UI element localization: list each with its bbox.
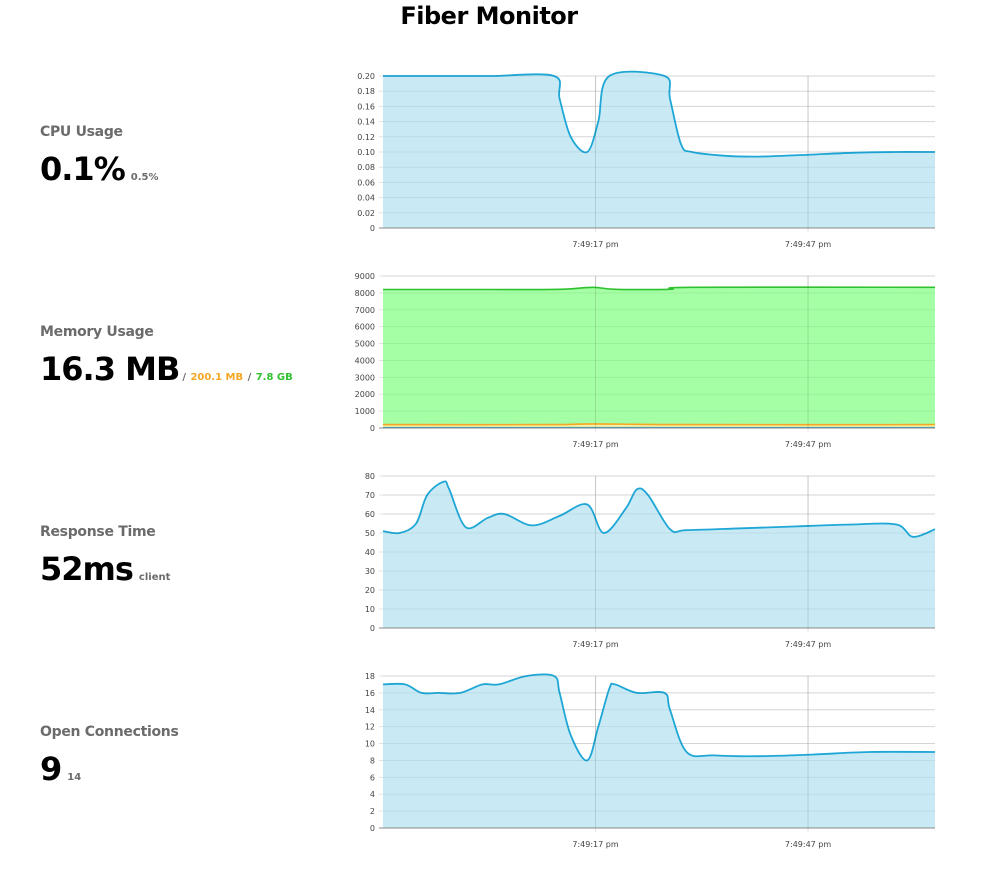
cpu-value: 0.1% (40, 150, 126, 188)
memory-label: Memory Usage (40, 324, 154, 340)
cpu-label: CPU Usage (40, 124, 123, 140)
y-tick-label: 20 (365, 586, 375, 595)
series-area-0 (383, 71, 935, 228)
cpu-metric: CPU Usage 0.1% 0.5% (40, 124, 340, 188)
y-tick-label: 0 (370, 624, 375, 633)
y-tick-label: 0 (370, 424, 375, 433)
y-tick-label: 7000 (355, 306, 375, 315)
series-area-0 (383, 287, 935, 428)
y-tick-label: 8000 (355, 289, 375, 298)
y-tick-label: 0 (370, 224, 375, 233)
x-tick-label: 7:49:17 pm (572, 840, 618, 849)
y-tick-label: 30 (365, 567, 375, 576)
response-chart: 0 10 20 30 40 50 60 70 80 7:49:17 pm 7:49:47 pm (330, 466, 940, 656)
y-tick-label: 10 (365, 740, 375, 749)
memory-used-value: 200.1 MB (190, 372, 244, 383)
y-tick-label: 4000 (355, 356, 375, 365)
chart-svg: 0 2 4 6 8 10 12 14 16 18 7:49:17 pm 7:49:47 pm (365, 672, 936, 849)
chart-svg: 0 0.02 0.04 0.06 0.08 0.10 0.12 0.14 0.16 0.18 0.2… (357, 70, 936, 249)
y-tick-label: 0.20 (357, 72, 375, 81)
y-tick-label: 80 (365, 472, 375, 481)
y-tick-label: 0.12 (357, 133, 375, 142)
y-tick-label: 60 (365, 510, 375, 519)
memory-total-value: 7.8 GB (255, 372, 293, 383)
series-area-0 (383, 674, 935, 828)
x-tick-label: 7:49:47 pm (785, 240, 831, 249)
y-tick-label: 0.06 (357, 178, 375, 187)
y-tick-label: 0.02 (357, 209, 375, 218)
y-tick-label: 50 (365, 529, 375, 538)
y-tick-label: 8 (370, 756, 375, 765)
connections-max: 14 (67, 772, 82, 783)
response-source: client (138, 572, 171, 583)
y-tick-label: 70 (365, 491, 375, 500)
y-tick-label: 14 (365, 706, 375, 715)
y-tick-label: 6000 (355, 323, 375, 332)
memory-chart: 0 1000 2000 3000 4000 5000 6000 7000 8000 9000 7:4… (330, 266, 940, 456)
y-tick-label: 2000 (355, 390, 375, 399)
x-tick-label: 7:49:47 pm (785, 840, 831, 849)
y-tick-label: 0.04 (357, 194, 375, 203)
y-tick-label: 0.08 (357, 163, 375, 172)
x-tick-label: 7:49:17 pm (572, 640, 618, 649)
y-tick-label: 0.10 (357, 148, 375, 157)
y-tick-label: 5000 (355, 340, 375, 349)
memory-value: 16.3 MB (40, 350, 180, 388)
response-label: Response Time (40, 524, 156, 540)
y-tick-label: 40 (365, 548, 375, 557)
y-tick-label: 18 (365, 672, 375, 681)
connections-label: Open Connections (40, 724, 179, 740)
memory-sep-1: / (182, 372, 186, 383)
y-tick-label: 2 (370, 807, 375, 816)
memory-metric: Memory Usage 16.3 MB/ 200.1 MB / 7.8 GB (40, 324, 340, 388)
y-tick-label: 9000 (355, 272, 375, 281)
response-value: 52ms (40, 550, 134, 588)
connections-value: 9 (40, 750, 62, 788)
cpu-max: 0.5% (130, 172, 159, 183)
response-metric: Response Time 52ms client (40, 524, 340, 588)
y-tick-label: 3000 (355, 373, 375, 382)
x-tick-label: 7:49:17 pm (572, 240, 618, 249)
x-tick-label: 7:49:47 pm (785, 640, 831, 649)
cpu-chart: 0 0.02 0.04 0.06 0.08 0.10 0.12 0.14 0.16 0.18 0.2… (330, 66, 940, 256)
chart-svg: 0 10 20 30 40 50 60 70 80 7:49:17 pm 7:49:47 pm (365, 472, 936, 649)
y-tick-label: 4 (370, 790, 375, 799)
y-tick-label: 16 (365, 689, 375, 698)
y-tick-label: 6 (370, 773, 375, 782)
series-line-1 (382, 423, 936, 426)
connections-chart: 0 2 4 6 8 10 12 14 16 18 7:49:17 pm 7:49:47 pm (330, 666, 940, 856)
y-tick-label: 12 (365, 723, 375, 732)
page-title: Fiber Monitor (400, 2, 578, 30)
y-tick-label: 10 (365, 605, 375, 614)
y-tick-label: 0.16 (357, 102, 375, 111)
memory-sep-2: / (247, 372, 252, 383)
y-tick-label: 0 (370, 824, 375, 833)
y-tick-label: 0.18 (357, 87, 375, 96)
chart-svg: 0 1000 2000 3000 4000 5000 6000 7000 8000 9000 7:4… (355, 272, 936, 449)
y-tick-label: 0.14 (357, 118, 375, 127)
x-tick-label: 7:49:47 pm (785, 440, 831, 449)
series-area-0 (383, 481, 935, 628)
connections-metric: Open Connections 9 14 (40, 724, 340, 788)
x-tick-label: 7:49:17 pm (572, 440, 618, 449)
y-tick-label: 1000 (355, 407, 375, 416)
